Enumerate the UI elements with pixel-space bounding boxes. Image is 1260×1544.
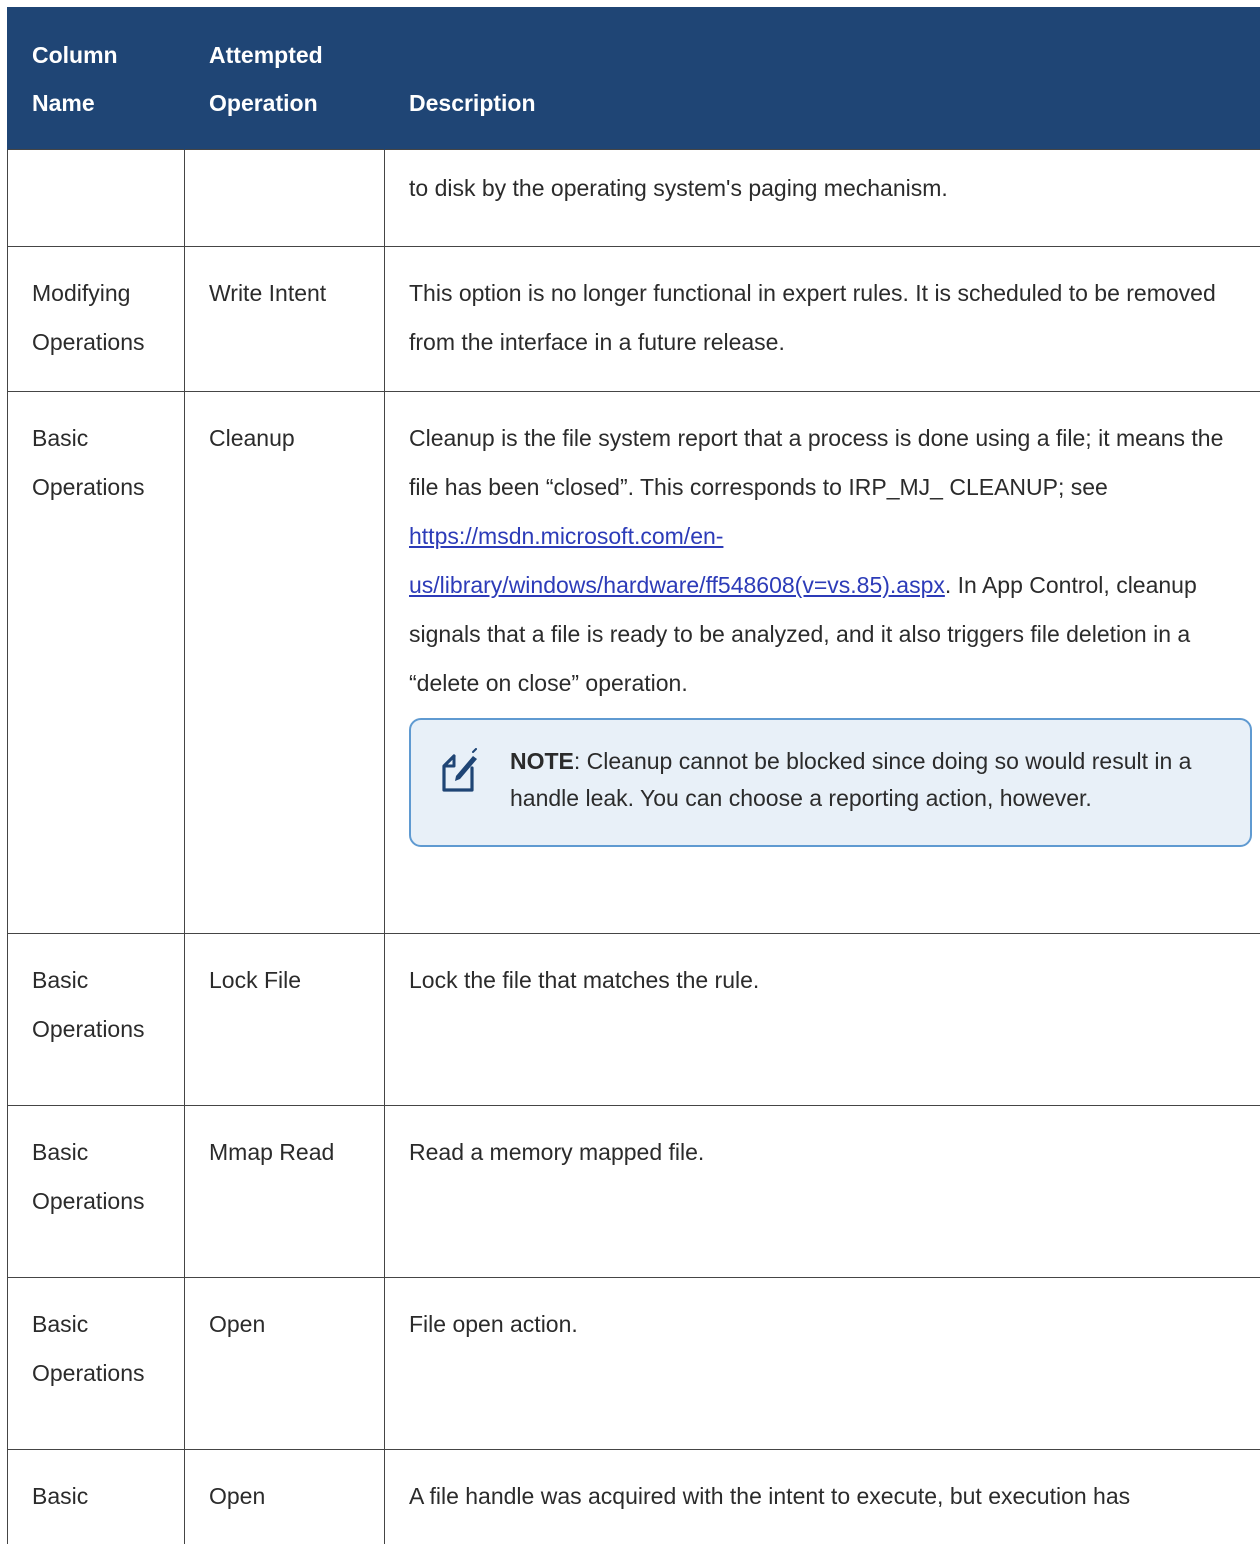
cell-column-name: Basic Operations [8,392,185,934]
cell-operation: Open [185,1278,385,1450]
cell-operation: Write Intent [185,247,385,392]
cell-operation [185,150,385,247]
note-text: : Cleanup cannot be blocked since doing … [510,748,1191,811]
cell-description: A file handle was acquired with the inte… [385,1450,1260,1544]
table-row: Basic Operations Open File open action. [8,1278,1260,1450]
cell-operation: Open [185,1450,385,1544]
note-label: NOTE [510,748,574,774]
header-column-name: Column Name [8,8,185,150]
note-callout: NOTE: Cleanup cannot be blocked since do… [409,718,1252,847]
table-row: to disk by the operating system's paging… [8,150,1260,247]
table-row: Basic Operations Cleanup Cleanup is the … [8,392,1260,934]
cell-column-name: Basic Operations [8,934,185,1106]
cell-operation: Mmap Read [185,1106,385,1278]
cell-column-name: Basic Operations [8,1278,185,1450]
cell-description: Lock the file that matches the rule. [385,934,1260,1106]
cell-description: File open action. [385,1278,1260,1450]
header-attempted-operation: Attempted Operation [185,8,385,150]
cell-description: This option is no longer functional in e… [385,247,1260,392]
cell-column-name: Modifying Operations [8,247,185,392]
cell-description: to disk by the operating system's paging… [385,150,1260,247]
msdn-link[interactable]: https://msdn.microsoft.com/en-us/library… [409,523,945,598]
cell-column-name: Basic Operations [8,1106,185,1278]
cell-operation: Cleanup [185,392,385,934]
table-header: Column Name Attempted Operation Descript… [8,8,1260,150]
table-row: Basic Operations Mmap Read Read a memory… [8,1106,1260,1278]
header-description: Description [385,8,1260,150]
table-row: Basic Operations Lock File Lock the file… [8,934,1260,1106]
note-edit-icon [439,748,479,794]
cell-column-name: Basic [8,1450,185,1544]
operations-table: Column Name Attempted Operation Descript… [7,7,1260,1544]
table-row: Basic Open A file handle was acquired wi… [8,1450,1260,1544]
cell-description: Read a memory mapped file. [385,1106,1260,1278]
description-text: Cleanup is the file system report that a… [409,425,1223,500]
cell-operation: Lock File [185,934,385,1106]
table-row: Modifying Operations Write Intent This o… [8,247,1260,392]
cell-column-name [8,150,185,247]
cell-description: Cleanup is the file system report that a… [385,392,1260,934]
